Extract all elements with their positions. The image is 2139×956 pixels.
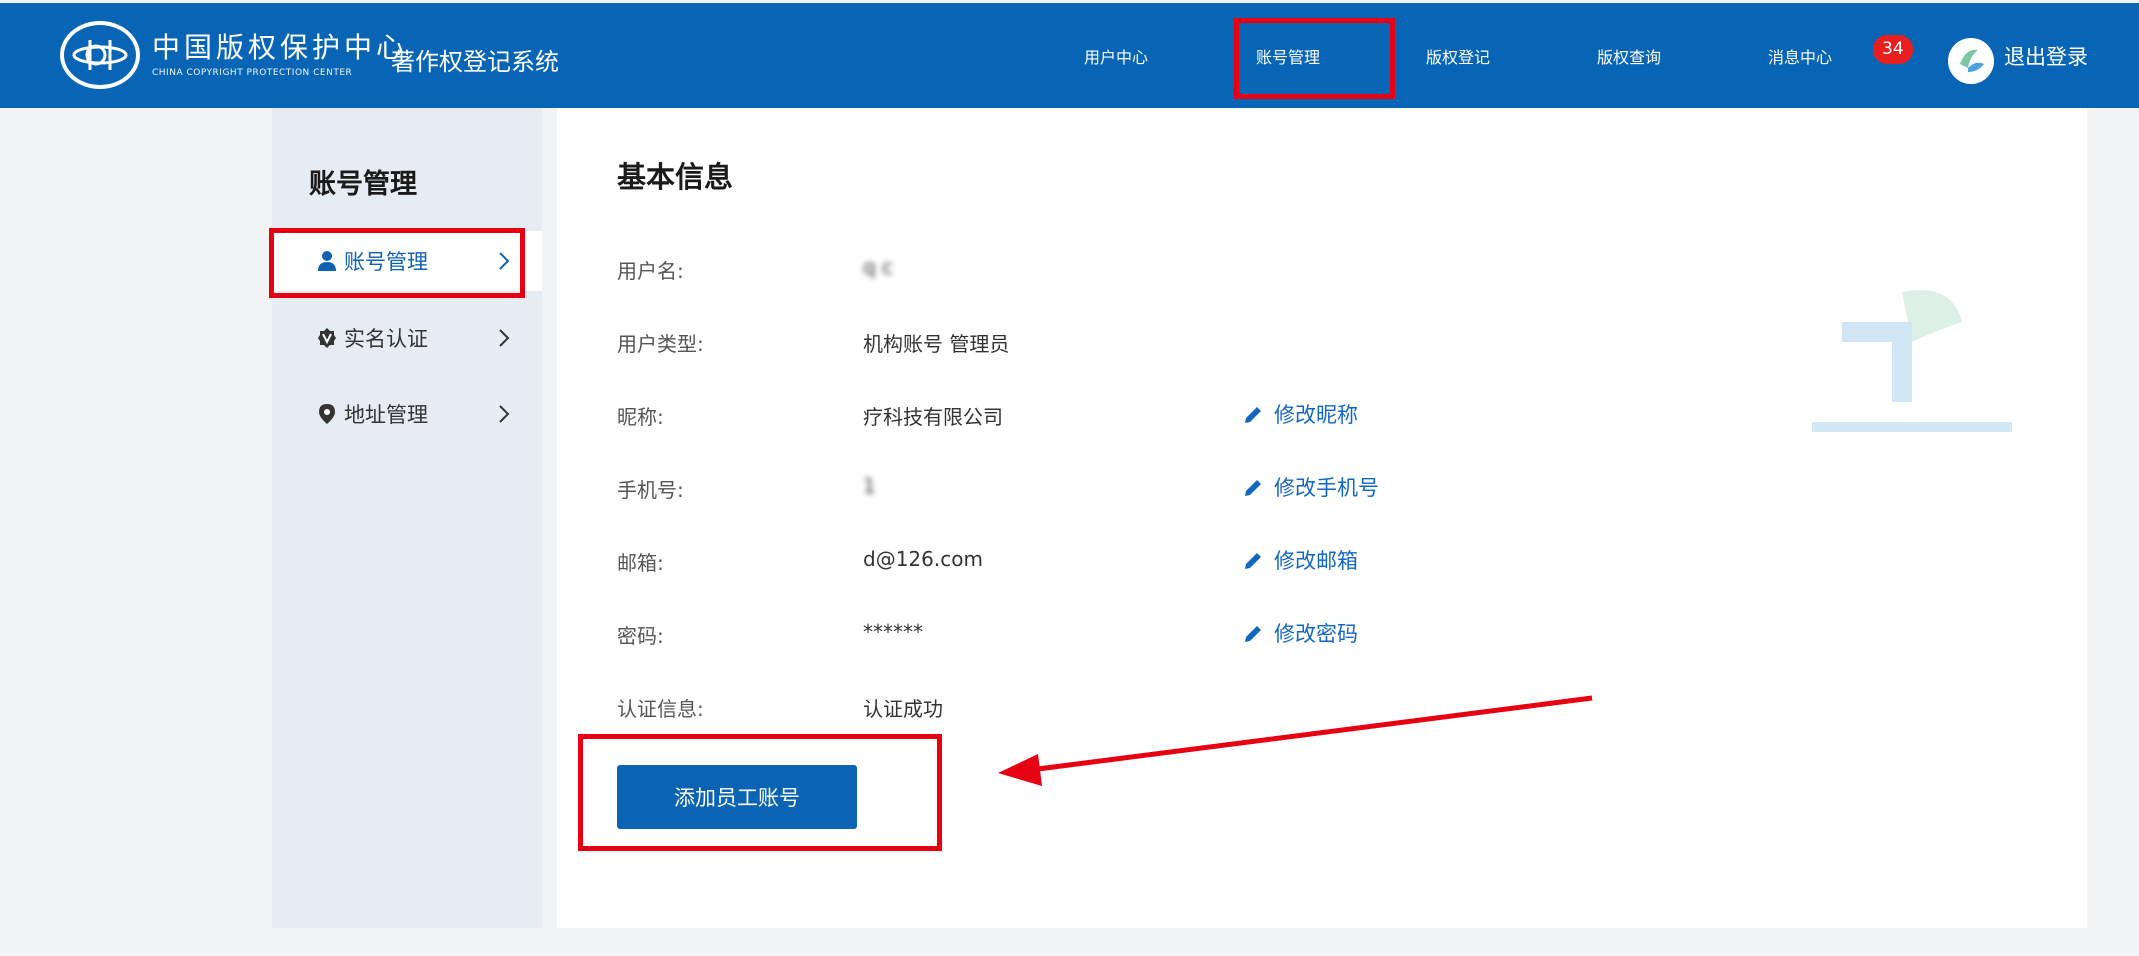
watermark-logo-icon bbox=[1812, 290, 2012, 432]
edit-phone-label: 修改手机号 bbox=[1274, 476, 1379, 500]
pencil-icon bbox=[1245, 553, 1261, 569]
location-pin-icon bbox=[319, 404, 335, 424]
user-avatar[interactable] bbox=[1948, 38, 1994, 84]
cpc-emblem-icon bbox=[60, 21, 140, 89]
verification-value: 认证成功 bbox=[863, 697, 943, 721]
pencil-icon bbox=[1245, 626, 1261, 642]
pencil-icon bbox=[1245, 407, 1261, 423]
user-type-value: 机构账号 管理员 bbox=[863, 332, 1010, 356]
chevron-right-icon bbox=[499, 405, 510, 423]
verification-label: 认证信息: bbox=[617, 697, 704, 721]
message-count-badge: 34 bbox=[1873, 35, 1913, 64]
sidebar-item-address-management[interactable]: 地址管理 bbox=[272, 384, 542, 444]
email-label: 邮箱: bbox=[617, 551, 664, 575]
section-title-basic-info: 基本信息 bbox=[617, 160, 734, 194]
brand-logo[interactable]: 中国版权保护中心 CHINA COPYRIGHT PROTECTION CENT… bbox=[60, 21, 408, 89]
password-label: 密码: bbox=[617, 624, 664, 648]
sidebar-item-label: 地址管理 bbox=[344, 403, 428, 427]
nickname-value: 疗科技有限公司 bbox=[863, 405, 1003, 429]
chevron-right-icon bbox=[499, 252, 510, 270]
chevron-right-icon bbox=[499, 329, 510, 347]
sidebar-item-label: 账号管理 bbox=[344, 250, 428, 274]
verified-badge-icon bbox=[318, 328, 336, 348]
phone-value: 1 bbox=[863, 474, 876, 498]
username-label: 用户名: bbox=[617, 259, 684, 283]
phone-label: 手机号: bbox=[617, 478, 684, 502]
nav-account-management[interactable]: 账号管理 bbox=[1256, 3, 1320, 108]
user-type-label: 用户类型: bbox=[617, 332, 704, 356]
edit-phone-link[interactable]: 修改手机号 bbox=[1243, 472, 1379, 502]
edit-email-link[interactable]: 修改邮箱 bbox=[1243, 545, 1358, 575]
password-value: ****** bbox=[863, 620, 923, 644]
nav-user-center[interactable]: 用户中心 bbox=[1084, 3, 1148, 108]
sidebar-item-real-name-verification[interactable]: 实名认证 bbox=[272, 308, 542, 368]
logo-chinese-name: 中国版权保护中心 bbox=[152, 31, 409, 64]
edit-nickname-link[interactable]: 修改昵称 bbox=[1243, 399, 1358, 429]
username-value: q c bbox=[863, 255, 894, 279]
email-value: d@126.com bbox=[863, 547, 983, 571]
edit-password-label: 修改密码 bbox=[1274, 622, 1358, 646]
edit-password-link[interactable]: 修改密码 bbox=[1243, 618, 1358, 648]
sidebar: 账号管理 账号管理 实名认证 地址管理 bbox=[272, 108, 542, 928]
edit-nickname-label: 修改昵称 bbox=[1274, 403, 1358, 427]
top-navigation-bar: 中国版权保护中心 CHINA COPYRIGHT PROTECTION CENT… bbox=[0, 3, 2139, 108]
nav-message-center[interactable]: 消息中心 bbox=[1768, 3, 1832, 108]
nav-copyright-registration[interactable]: 版权登记 bbox=[1426, 3, 1490, 108]
nav-copyright-query[interactable]: 版权查询 bbox=[1597, 3, 1661, 108]
main-content: 基本信息 用户名: q c 用户类型: 机构账号 管理员 昵称: 疗科技有限公司… bbox=[557, 108, 2087, 928]
sidebar-item-label: 实名认证 bbox=[344, 327, 428, 351]
add-staff-account-button[interactable]: 添加员工账号 bbox=[617, 765, 857, 829]
edit-email-label: 修改邮箱 bbox=[1274, 549, 1358, 573]
user-icon bbox=[318, 251, 336, 271]
logo-english-name: CHINA COPYRIGHT PROTECTION CENTER bbox=[152, 68, 353, 78]
logout-link[interactable]: 退出登录 bbox=[2004, 3, 2088, 108]
pencil-icon bbox=[1245, 480, 1261, 496]
sidebar-item-account-management[interactable]: 账号管理 bbox=[272, 231, 542, 291]
sidebar-title: 账号管理 bbox=[309, 169, 417, 200]
nickname-label: 昵称: bbox=[617, 405, 664, 429]
system-title: 著作权登记系统 bbox=[391, 48, 559, 76]
